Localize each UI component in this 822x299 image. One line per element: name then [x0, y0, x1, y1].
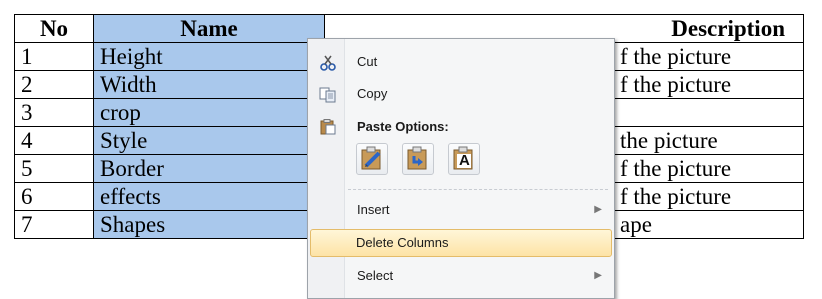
cell-no[interactable]: 6	[14, 182, 94, 211]
paste-text-only-icon: A	[449, 144, 479, 174]
cell-name[interactable]: Width	[93, 70, 325, 99]
cell-no[interactable]: 1	[14, 42, 94, 71]
menu-item-delete-columns-label: Delete Columns	[356, 235, 449, 250]
copy-icon	[319, 86, 337, 103]
menu-item-copy[interactable]: Copy	[310, 81, 612, 107]
paste-merge-formatting-button[interactable]	[402, 143, 434, 175]
paste-text-only-glyph: A	[459, 152, 470, 169]
clipboard-icon	[319, 119, 337, 135]
paste-merge-formatting-icon	[403, 146, 433, 177]
menu-separator	[348, 189, 608, 190]
header-no[interactable]: No	[14, 14, 94, 43]
menu-item-cut[interactable]: Cut	[310, 49, 612, 75]
context-menu: Cut Copy Paste Options: A Insert ▶ Delet…	[307, 38, 615, 299]
menu-item-select-label: Select	[357, 268, 394, 283]
context-menu-icon-gutter	[308, 39, 345, 298]
cell-no[interactable]: 3	[14, 98, 94, 127]
menu-item-insert-label: Insert	[357, 202, 390, 217]
scissors-icon	[319, 54, 337, 71]
menu-item-cut-label: Cut	[357, 54, 378, 69]
submenu-arrow-icon: ▶	[594, 204, 602, 215]
paste-options-header: Paste Options:	[357, 119, 449, 134]
cell-name[interactable]: Height	[93, 42, 325, 71]
cell-name[interactable]: crop	[93, 98, 325, 127]
cell-name[interactable]: effects	[93, 182, 325, 211]
cell-name[interactable]: Border	[93, 154, 325, 183]
paste-keep-formatting-icon	[357, 146, 387, 177]
menu-item-insert[interactable]: Insert ▶	[310, 197, 612, 223]
cell-no[interactable]: 7	[14, 210, 94, 239]
paste-text-only-button[interactable]: A	[448, 143, 480, 175]
cell-no[interactable]: 4	[14, 126, 94, 155]
cell-name[interactable]: Shapes	[93, 210, 325, 239]
cell-name[interactable]: Style	[93, 126, 325, 155]
header-name[interactable]: Name	[93, 14, 325, 43]
submenu-arrow-icon: ▶	[594, 270, 602, 281]
cell-no[interactable]: 2	[14, 70, 94, 99]
paste-keep-formatting-button[interactable]	[356, 143, 388, 175]
cell-no[interactable]: 5	[14, 154, 94, 183]
menu-item-delete-columns[interactable]: Delete Columns	[310, 229, 612, 257]
menu-item-select[interactable]: Select ▶	[310, 263, 612, 289]
menu-item-copy-label: Copy	[357, 86, 388, 101]
